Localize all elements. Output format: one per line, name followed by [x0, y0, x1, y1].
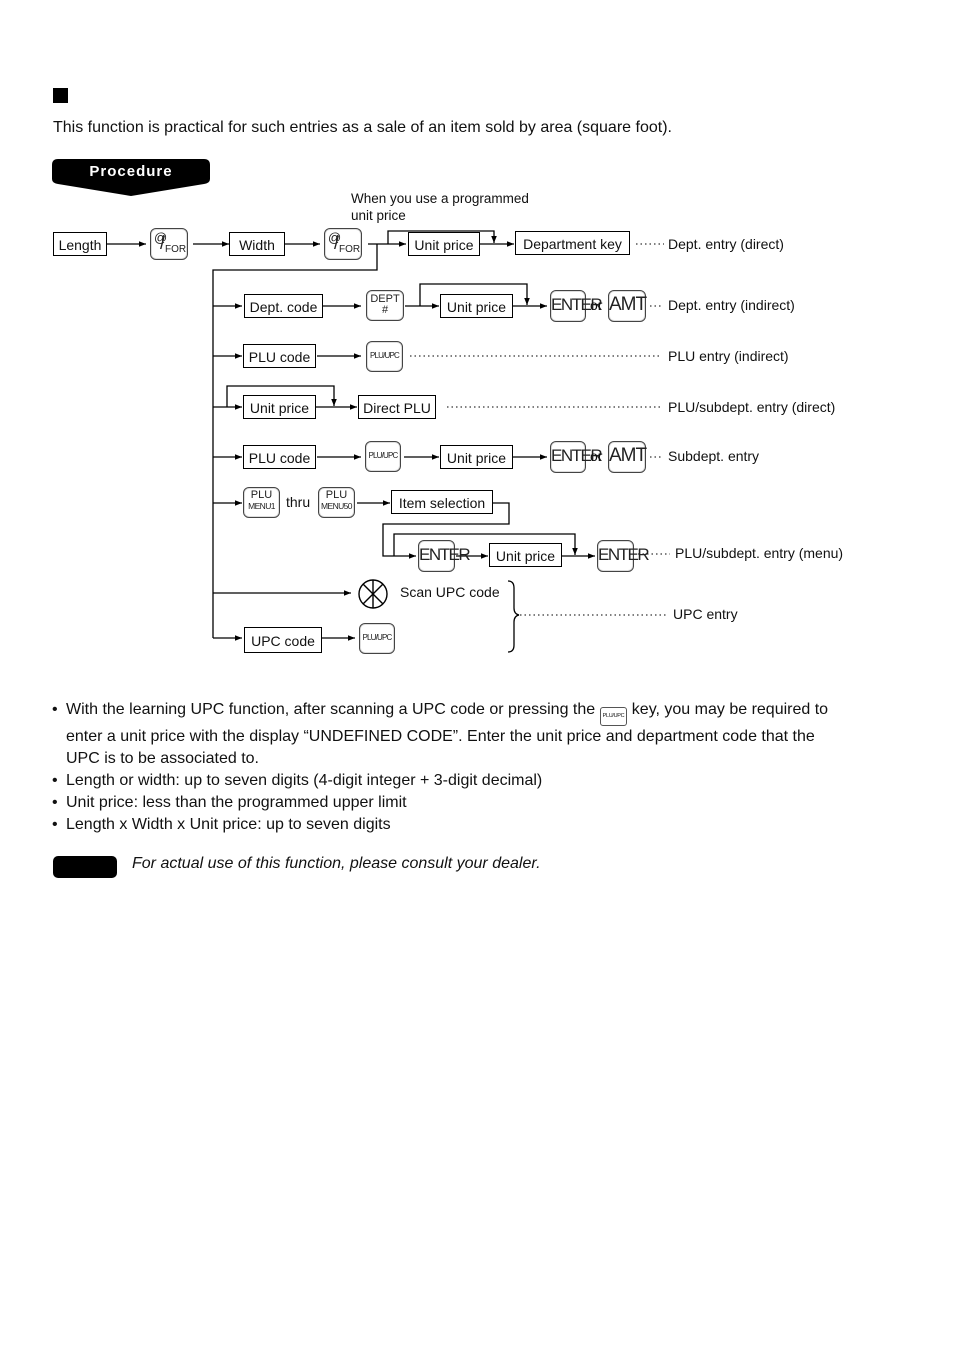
result-dept-indirect: Dept. entry (indirect): [668, 297, 795, 313]
unit-price-box: Unit price: [243, 395, 316, 419]
amt-key: AMT: [608, 290, 647, 322]
enter-key: ENTER: [550, 441, 603, 473]
note-text: With the learning UPC function, after sc…: [66, 701, 600, 718]
unit-price-box: Unit price: [440, 294, 513, 318]
multiply-for-key-2: @ / FOR: [324, 228, 362, 260]
scanner-icon: [358, 579, 388, 609]
note-bullet: Unit price: less than the programmed upp…: [52, 792, 852, 814]
item-selection-box: Item selection: [391, 490, 493, 514]
or-label: or: [590, 448, 603, 464]
for-key-for: FOR: [339, 244, 361, 255]
dept-code-box: Dept. code: [244, 294, 323, 318]
note-marker: [53, 856, 117, 878]
thru-label: thru: [286, 494, 311, 510]
plu-code-box: PLU code: [243, 445, 316, 469]
department-key-box: Department key: [515, 231, 630, 255]
amt-key: AMT: [608, 441, 647, 473]
or-label: or: [590, 297, 603, 313]
result-plu-subdept-direct: PLU/subdept. entry (direct): [668, 399, 836, 415]
plu-upc-key: PLU/UPC: [365, 441, 401, 472]
plu-upc-key: PLU/UPC: [366, 341, 403, 372]
enter-key: ENTER: [550, 290, 603, 322]
result-subdept: Subdept. entry: [668, 448, 760, 464]
multiply-for-key-1: @ / FOR: [150, 228, 188, 260]
length-box: Length: [53, 232, 107, 256]
direct-plu-box: Direct PLU: [358, 395, 436, 419]
dealer-note: For actual use of this function, please …: [132, 855, 541, 872]
dept-key: DEPT #: [366, 290, 404, 321]
plu-code-box: PLU code: [243, 344, 316, 368]
width-box: Width: [229, 232, 285, 256]
plu-upc-key: PLU/UPC: [359, 623, 395, 654]
plu-menu1-bottom: MENU1: [248, 501, 275, 511]
flow-connectors: [107, 230, 670, 653]
unit-price-box: Unit price: [408, 232, 480, 256]
unit-price-box: Unit price: [440, 445, 513, 469]
plu-upc-key-inline: PLU/UPC: [599, 707, 628, 726]
plu-menu1-key: PLU MENU1: [243, 487, 280, 518]
enter-key: ENTER: [597, 540, 650, 572]
note-bullet: Length or width: up to seven digits (4-d…: [52, 770, 852, 792]
result-plu-indirect: PLU entry (indirect): [668, 348, 789, 364]
dept-key-bottom: #: [381, 304, 389, 316]
note-bullet: With the learning UPC function, after sc…: [52, 699, 852, 770]
result-upc-entry: UPC entry: [673, 606, 738, 622]
for-key-for: FOR: [165, 244, 187, 255]
upc-code-box: UPC code: [244, 627, 322, 653]
plu-menu1-top: PLU: [250, 489, 273, 501]
unit-price-box: Unit price: [489, 543, 562, 567]
plu-menu50-bottom: MENU50: [321, 501, 352, 511]
scan-upc-label: Scan UPC code: [400, 584, 500, 600]
result-plu-subdept-menu: PLU/subdept. entry (menu): [675, 545, 844, 561]
notes-list: With the learning UPC function, after sc…: [52, 699, 852, 836]
note-bullet: Length x Width x Unit price: up to seven…: [52, 814, 852, 836]
plu-menu50-top: PLU: [325, 489, 348, 501]
enter-key: ENTER: [418, 540, 471, 572]
result-dept-direct: Dept. entry (direct): [668, 236, 784, 252]
plu-menu50-key: PLU MENU50: [318, 487, 355, 518]
